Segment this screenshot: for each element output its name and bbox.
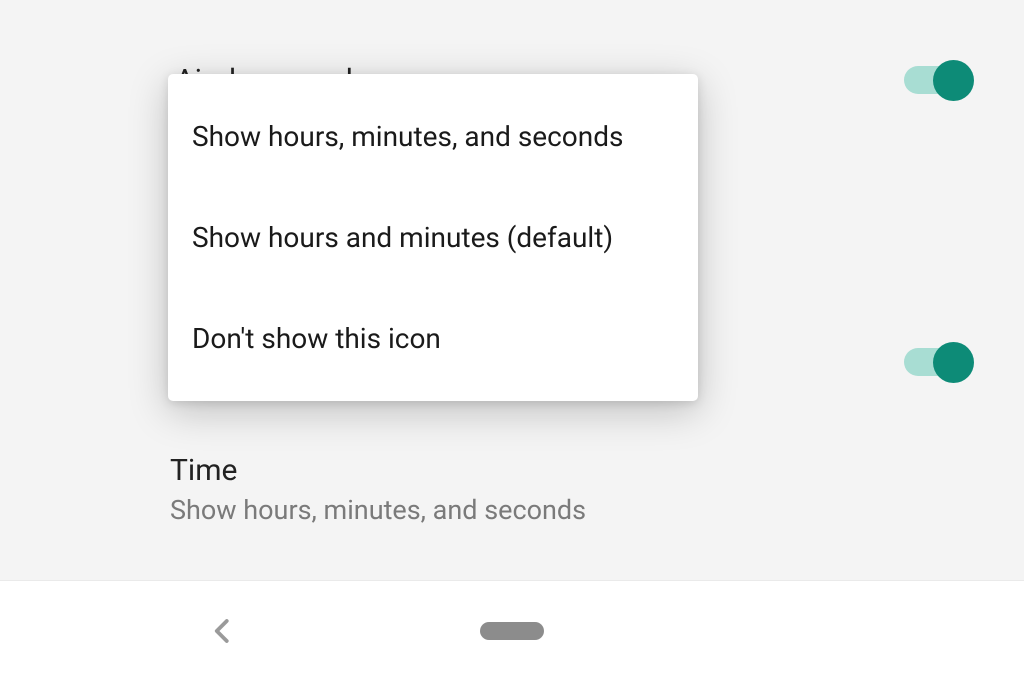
navigation-bar xyxy=(0,580,1024,680)
popup-option-hm-default[interactable]: Show hours and minutes (default) xyxy=(168,187,698,288)
back-icon[interactable] xyxy=(208,616,238,646)
setting-summary-time: Show hours, minutes, and seconds xyxy=(170,494,586,526)
toggle-airplane-mode[interactable] xyxy=(904,58,974,102)
toggle-other[interactable] xyxy=(904,340,974,384)
toggle-thumb xyxy=(933,342,974,383)
toggle-thumb xyxy=(933,60,974,101)
popup-option-hms[interactable]: Show hours, minutes, and seconds xyxy=(168,86,698,187)
time-options-popup: Show hours, minutes, and seconds Show ho… xyxy=(168,74,698,401)
setting-row-time[interactable]: Time Show hours, minutes, and seconds xyxy=(170,453,586,526)
home-pill-icon[interactable] xyxy=(480,622,544,640)
popup-option-dont-show[interactable]: Don't show this icon xyxy=(168,288,698,389)
setting-title-time: Time xyxy=(170,453,586,488)
settings-content: Airplane mode Time Show hours, minutes, … xyxy=(0,0,1024,580)
